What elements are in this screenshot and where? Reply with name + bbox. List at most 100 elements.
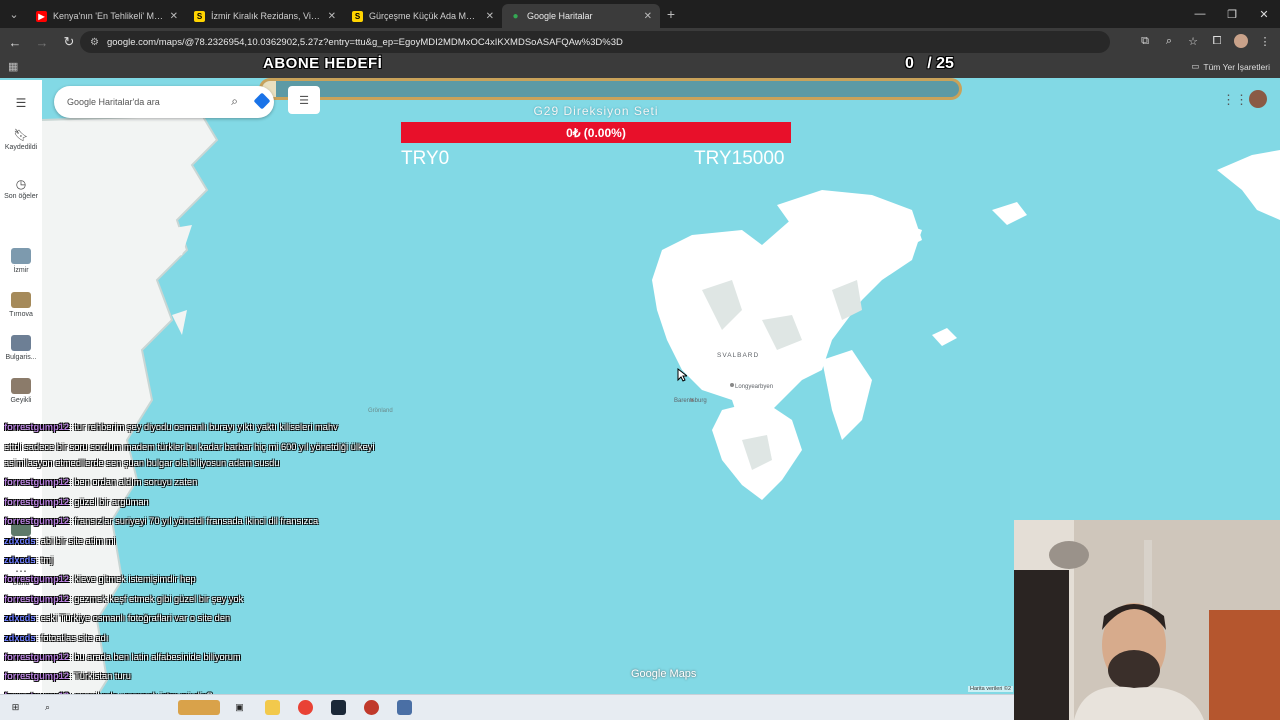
chat-username[interactable]: forrestgump12 xyxy=(4,516,69,526)
chat-text: : güzel bir argüman xyxy=(69,496,149,507)
maps-account-avatar[interactable] xyxy=(1249,90,1267,108)
tab-close-icon[interactable]: ✕ xyxy=(486,11,494,22)
reload-icon[interactable]: ↻ xyxy=(57,30,81,54)
apps-grid-icon[interactable]: ▦ xyxy=(8,60,18,73)
map-data-credit[interactable]: Harita verileri ©2 xyxy=(968,686,1014,692)
rail-item-recent[interactable]: ◷ Son öğeler xyxy=(0,177,42,200)
calculator-icon[interactable] xyxy=(397,700,412,715)
maps-search-input[interactable]: Google Haritalar'da ara ⌕ xyxy=(54,86,274,118)
tab-title: İzmir Kiralık Rezidans, Villa, Mü xyxy=(211,11,322,21)
chat-username[interactable]: forrestgump12 xyxy=(4,497,69,507)
chat-username[interactable]: forrestgump12 xyxy=(4,477,69,487)
tab-search-icon[interactable]: ⌄ xyxy=(0,0,28,28)
back-icon[interactable]: ← xyxy=(3,30,27,54)
browser-tab[interactable]: S İzmir Kiralık Rezidans, Villa, Mü ✕ xyxy=(186,4,344,28)
chat-text: : fransızlar suriyeyi 70 yıl yönetdi fra… xyxy=(69,516,319,527)
chrome-icon[interactable] xyxy=(298,700,313,715)
chat-username[interactable]: zdxcds xyxy=(4,633,36,643)
browser-tab-strip: ⌄ ▶ Kenya'nın 'En Tehlikeli' Mahalle ✕ S… xyxy=(0,0,1280,28)
folder-icon: ▭ xyxy=(1191,61,1200,71)
map-label-barentsburg[interactable]: Barentsburg xyxy=(674,398,707,404)
browser-tab-active[interactable]: ● Google Haritalar ✕ xyxy=(502,4,660,28)
goal-separator: / xyxy=(927,55,932,72)
chat-message: forrestgump12: tur rehberim şey diyodu o… xyxy=(4,418,414,437)
donation-max: TRY15000 xyxy=(694,148,785,169)
map-label-longyearbyen[interactable]: Longyearbyen xyxy=(735,384,773,390)
task-view-icon[interactable]: ▣ xyxy=(232,700,247,715)
chat-username[interactable]: zdxcds xyxy=(4,536,36,546)
chat-username[interactable]: zdxcds xyxy=(4,555,36,565)
chat-message: zdxcds: tmj xyxy=(4,551,414,570)
site-info-icon[interactable]: ⚙ xyxy=(90,37,99,48)
tab-close-icon[interactable]: ✕ xyxy=(328,11,336,22)
taskbar-search-icon[interactable]: ⌕ xyxy=(40,700,55,715)
stream-chat: forrestgump12: tur rehberim şey diyodu o… xyxy=(4,418,414,720)
chat-username[interactable]: forrestgump12 xyxy=(4,422,69,432)
donation-status: 0₺ (0.00%) xyxy=(566,125,626,140)
windows-taskbar: ⊞ ⌕ ▣ xyxy=(0,694,1014,720)
rail-item-geyikli[interactable]: Geyikli xyxy=(0,378,42,404)
extensions-icon[interactable]: ⧠ xyxy=(1208,32,1226,50)
tab-title: Google Haritalar xyxy=(527,11,593,21)
new-tab-icon[interactable]: + xyxy=(660,6,682,22)
rail-item-saved[interactable]: 🔖︎ Kaydedildi xyxy=(0,128,42,151)
map-label-svalbard: SVALBARD xyxy=(717,352,760,359)
subscriber-goal-title: ABONE HEDEFİ xyxy=(263,55,383,72)
goal-current: 0 xyxy=(905,55,914,72)
chat-message: forrestgump12: fransızlar suriyeyi 70 yı… xyxy=(4,512,414,531)
chat-username[interactable]: zdxcds xyxy=(4,613,36,623)
windows-start-icon[interactable]: ⊞ xyxy=(8,700,23,715)
zoom-icon[interactable]: ⌕ xyxy=(1160,32,1178,50)
address-url: google.com/maps/@78.2326954,10.0362902,5… xyxy=(106,36,623,48)
taskbar-widget-icon[interactable] xyxy=(178,700,220,715)
chat-username[interactable]: forrestgump12 xyxy=(4,594,69,604)
place-thumbnail xyxy=(11,248,31,264)
chat-username[interactable]: forrestgump12 xyxy=(4,671,69,681)
donation-goal-title: G29 Direksiyon Seti xyxy=(533,104,659,118)
chat-text: : Türkistan turu xyxy=(69,671,131,682)
profile-avatar[interactable] xyxy=(1232,32,1250,50)
browser-tab[interactable]: ▶ Kenya'nın 'En Tehlikeli' Mahalle ✕ xyxy=(28,4,186,28)
chat-message: zdxcds: fotoatlas site adı xyxy=(4,629,414,648)
layers-menu-button[interactable]: ☰ xyxy=(288,86,320,114)
chat-message: forrestgump12: ben ordan aldım soruyu za… xyxy=(4,473,414,492)
chat-message: forrestgump12: bu arada ben latin alfabe… xyxy=(4,648,414,667)
tab-close-icon[interactable]: ✕ xyxy=(170,11,178,22)
webcam-image xyxy=(1014,520,1280,720)
bookmark-star-icon[interactable]: ☆ xyxy=(1184,32,1202,50)
rail-item-bulgaria[interactable]: Bulgaris... xyxy=(0,335,42,361)
address-bar[interactable]: ⚙ google.com/maps/@78.2326954,10.0362902… xyxy=(80,31,1110,53)
subscriber-goal-track xyxy=(262,81,959,97)
browser-tab[interactable]: S Gürçeşme Küçük Ada Mahalles ✕ xyxy=(344,4,502,28)
tab-close-icon[interactable]: ✕ xyxy=(644,11,652,22)
chat-username[interactable]: forrestgump12 xyxy=(4,652,69,662)
chat-username[interactable]: forrestgump12 xyxy=(4,574,69,584)
chat-text: : kieve gitmek istemişimdir hep xyxy=(69,574,196,585)
install-app-icon[interactable]: ⧉ xyxy=(1136,32,1154,50)
directions-icon[interactable] xyxy=(253,92,271,110)
restore-icon[interactable]: ❐ xyxy=(1216,0,1248,28)
browser-toolbar: ← → ↻ ⚙ google.com/maps/@78.2326954,10.0… xyxy=(0,28,1280,56)
close-window-icon[interactable]: ✕ xyxy=(1248,0,1280,28)
rail-item-tirnova[interactable]: Tırnova xyxy=(0,292,42,318)
all-bookmarks-button[interactable]: ▭ Tüm Yer İşaretleri xyxy=(1191,61,1270,72)
sahibinden-favicon-icon: S xyxy=(194,10,205,22)
maps-menu-icon[interactable]: ☰ xyxy=(0,96,42,112)
all-bookmarks-label: Tüm Yer İşaretleri xyxy=(1203,61,1270,72)
chat-text: : eski Türkiye osmanlı fotoğraflari var … xyxy=(35,613,231,624)
search-icon[interactable]: ⌕ xyxy=(231,94,238,109)
obs-icon[interactable] xyxy=(364,700,379,715)
steam-icon[interactable] xyxy=(331,700,346,715)
rail-item-label: Son öğeler xyxy=(4,193,38,200)
subscriber-goal-bar xyxy=(259,78,962,100)
minimize-icon[interactable]: — xyxy=(1184,0,1216,28)
browser-menu-icon[interactable]: ⋮ xyxy=(1256,32,1274,50)
youtube-favicon-icon: ▶ xyxy=(36,10,47,22)
file-explorer-icon[interactable] xyxy=(265,700,280,715)
history-icon: ◷ xyxy=(15,177,27,191)
google-maps-logo: Google Maps xyxy=(631,668,697,680)
chat-text: : fotoatlas site adı xyxy=(35,632,109,643)
forward-icon[interactable]: → xyxy=(30,30,54,54)
rail-item-izmir[interactable]: İzmir xyxy=(0,248,42,274)
bookmark-icon: 🔖︎ xyxy=(13,128,29,142)
